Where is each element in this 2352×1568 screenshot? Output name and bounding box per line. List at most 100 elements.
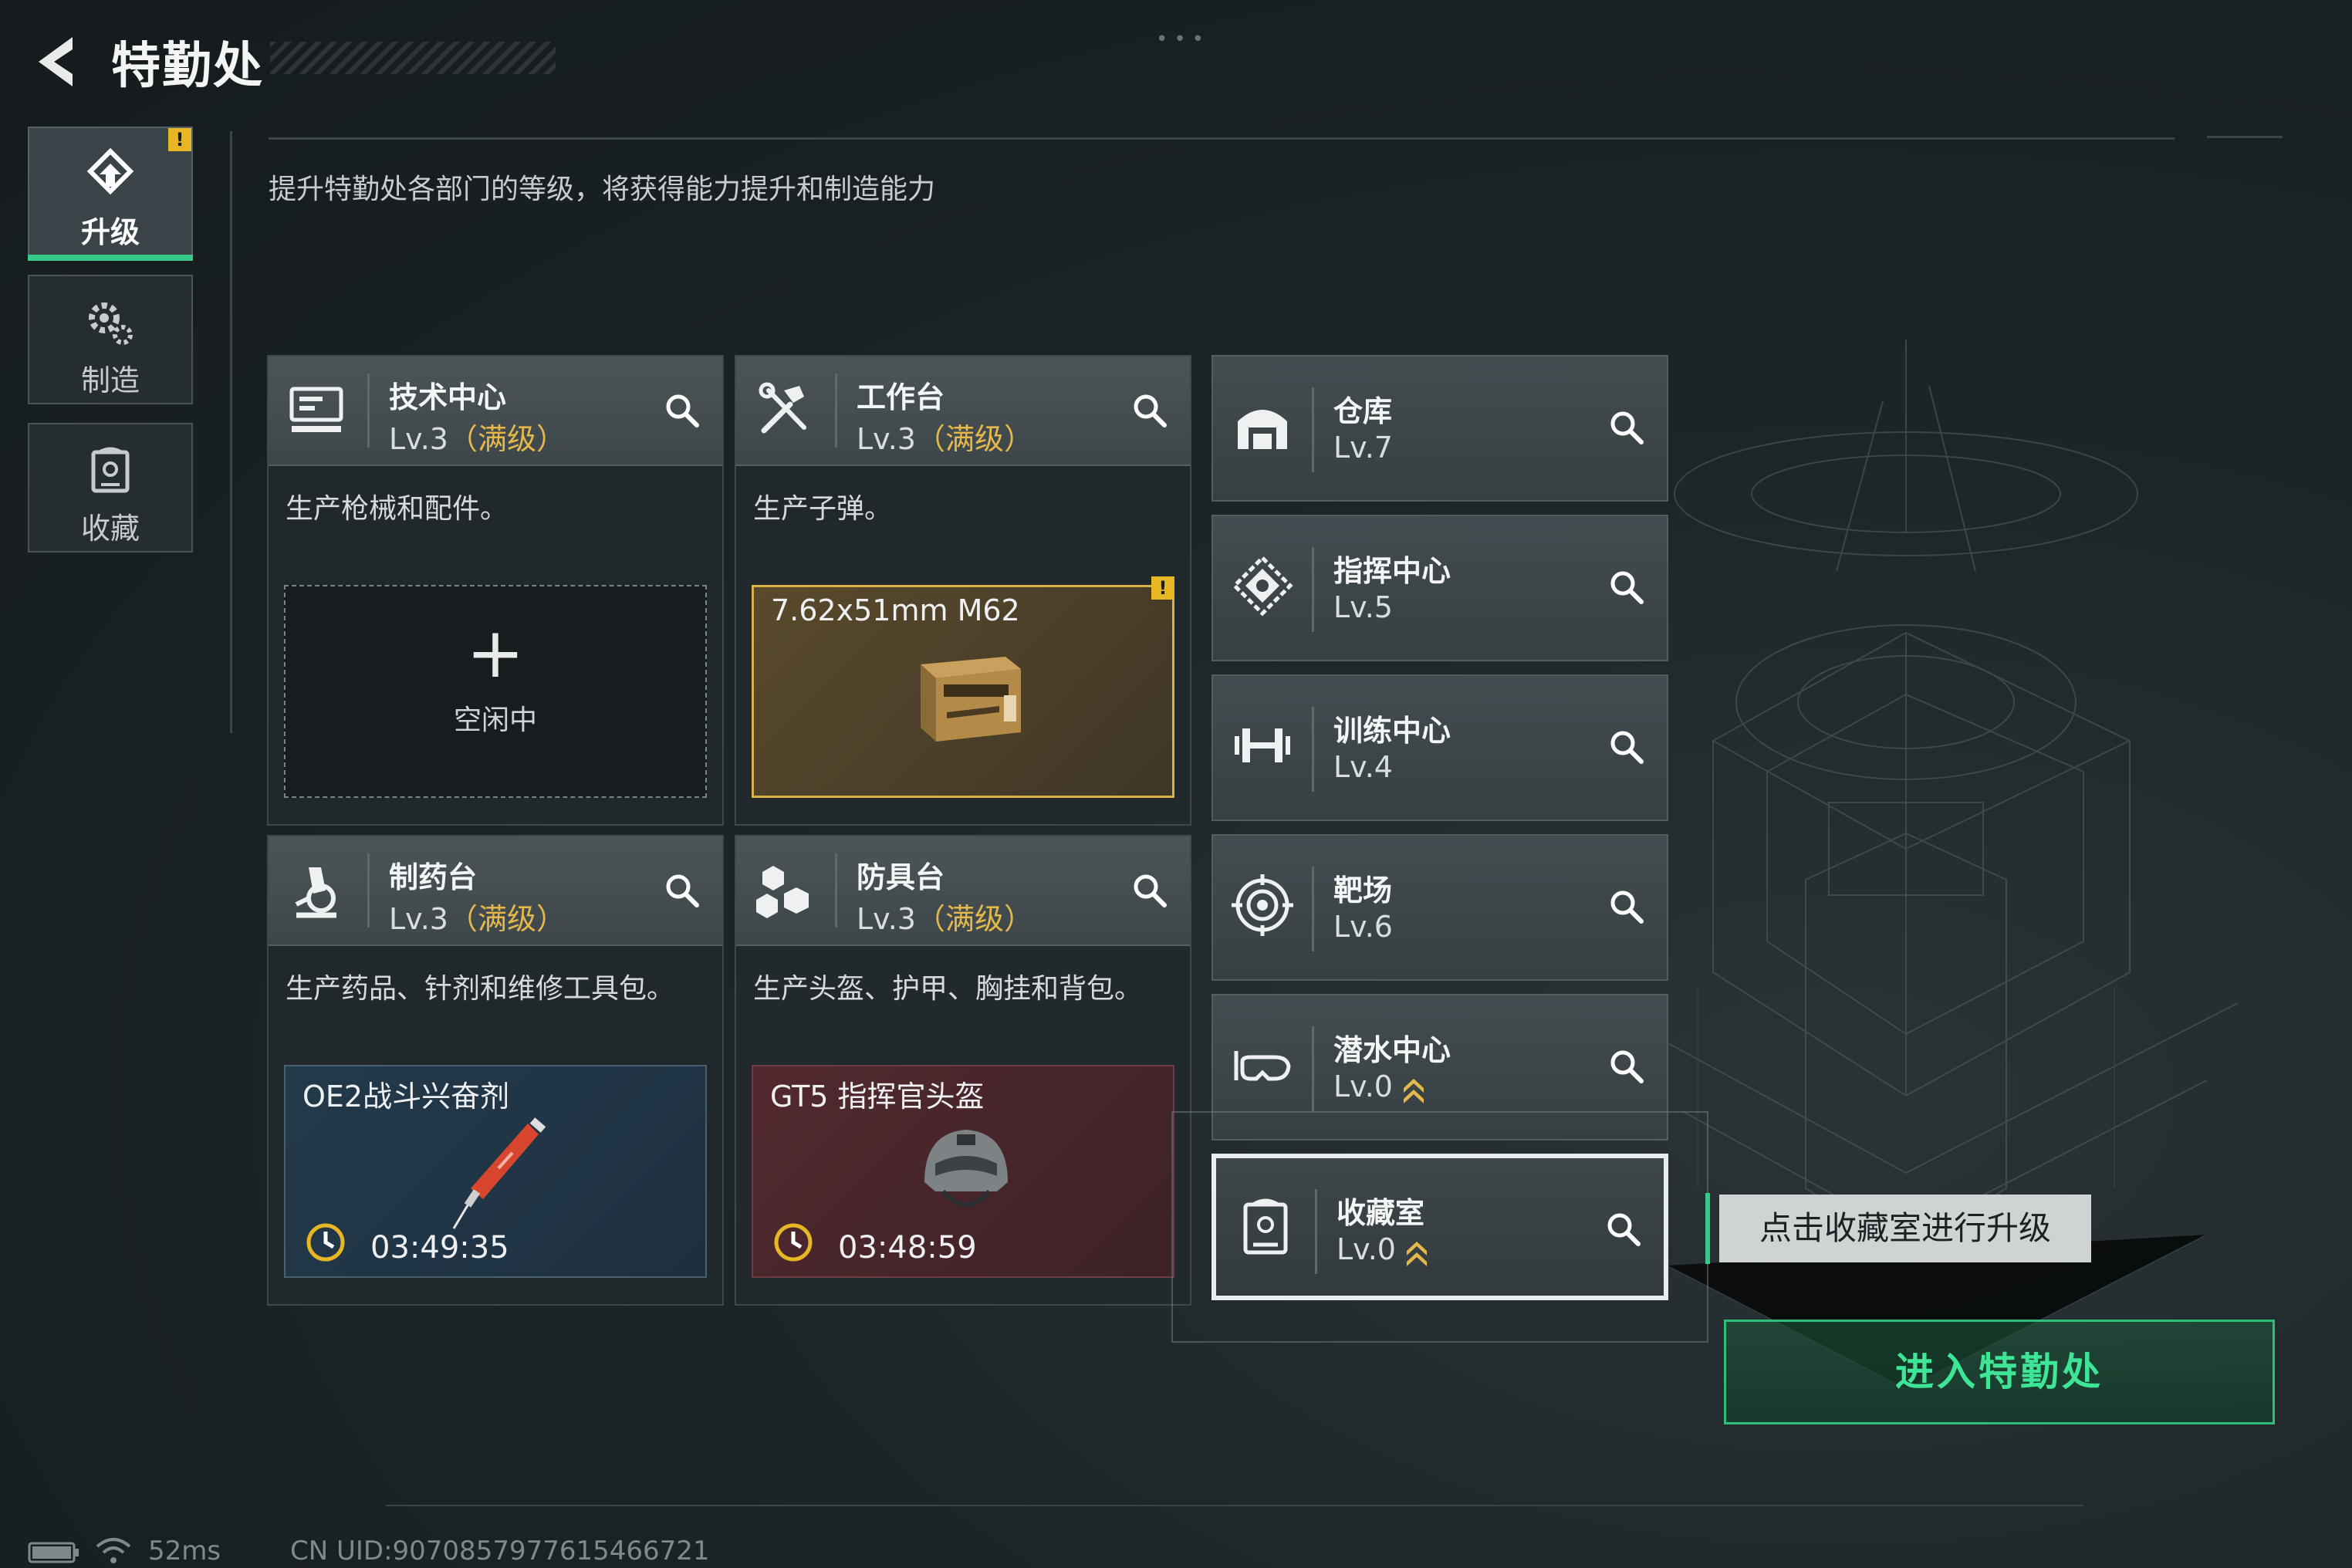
search-icon[interactable] (662, 390, 702, 431)
search-icon[interactable] (1607, 567, 1647, 607)
back-arrow-icon[interactable] (28, 31, 82, 93)
enter-special-ops-button[interactable]: 进入特勤处 (1724, 1320, 2275, 1424)
dept-card-pharmacy[interactable]: 制药台 Lv.3（满级） 生产药品、针剂和维修工具包。 OE2战斗兴奋剂 03:… (267, 835, 724, 1306)
building-level: Lv.6 (1333, 910, 1393, 944)
card-header: 工作台 Lv.3（满级） (736, 357, 1190, 466)
item-name: 7.62x51mm M62 (771, 593, 1020, 627)
title-decoration (270, 42, 556, 74)
search-icon[interactable] (1607, 887, 1647, 927)
time-remaining: 03:49:35 (370, 1230, 509, 1266)
command-icon (1232, 555, 1293, 617)
dept-name: 技术中心 (389, 380, 507, 414)
dumbbell-icon (1235, 728, 1290, 762)
time-remaining: 03:48:59 (838, 1230, 977, 1266)
upgrade-available-icon (1403, 1078, 1424, 1103)
dept-name: 制药台 (389, 860, 478, 894)
max-level-label: （满级） (915, 902, 1033, 936)
max-level-label: （满级） (448, 902, 566, 936)
search-icon[interactable] (1607, 407, 1647, 448)
microscope-icon (295, 867, 336, 918)
nav-item-craft[interactable]: 制造 (28, 275, 193, 404)
battery-icon (28, 1542, 79, 1563)
alert-badge: ! (1151, 576, 1174, 600)
bottom-divider (386, 1505, 2083, 1506)
alert-badge: ! (168, 128, 191, 151)
tooltip-accent (1705, 1193, 1710, 1264)
production-slot-completed[interactable]: 7.62x51mm M62 ! (752, 576, 1174, 798)
building-level: Lv.0 (1333, 1070, 1427, 1103)
timer-icon (306, 1223, 345, 1262)
production-slot-idle[interactable]: + 空闲中 (284, 585, 707, 798)
target-icon (1232, 874, 1293, 936)
display-case-icon (91, 447, 130, 493)
search-icon[interactable] (1130, 870, 1170, 911)
upgrade-hint-tooltip: 点击收藏室进行升级 (1719, 1195, 2091, 1262)
network-latency: 52ms (148, 1536, 221, 1566)
dept-description: 生产头盔、护甲、胸挂和背包。 (753, 973, 1143, 1005)
card-header: 制药台 Lv.3（满级） (269, 836, 722, 946)
armor-parts-icon (756, 866, 809, 918)
wifi-icon (96, 1538, 131, 1563)
dept-card-tech-center[interactable]: 技术中心 Lv.3（满级） 生产枪械和配件。 + 空闲中 (267, 355, 724, 826)
building-name: 仓库 (1333, 394, 1393, 428)
search-icon[interactable] (1607, 1046, 1647, 1086)
search-icon[interactable] (1130, 390, 1170, 431)
dept-card-workbench[interactable]: 工作台 Lv.3（满级） 生产子弹。 7.62x51mm M62 ! (735, 355, 1191, 826)
item-name: GT5 指挥官头盔 (770, 1080, 985, 1113)
building-name: 训练中心 (1333, 714, 1451, 748)
dept-name: 工作台 (857, 380, 945, 414)
warehouse-icon (1238, 410, 1287, 449)
dept-level: Lv.3（满级） (389, 902, 566, 936)
timer-icon (774, 1223, 813, 1262)
top-divider (269, 137, 2175, 140)
page-title: 特勤处 (111, 38, 264, 95)
building-command-center[interactable]: 指挥中心 Lv.5 (1211, 515, 1668, 661)
gears-icon (89, 302, 133, 345)
building-name: 潜水中心 (1333, 1033, 1451, 1067)
nav-divider (230, 131, 232, 733)
building-level: Lv.7 (1333, 431, 1393, 465)
card-header: 技术中心 Lv.3（满级） (269, 357, 722, 466)
slot-status: 空闲中 (453, 705, 537, 736)
add-icon: + (466, 613, 525, 694)
section-description: 提升特勤处各部门的等级，将获得能力提升和制造能力 (269, 174, 936, 205)
hammer-wrench-icon (759, 382, 806, 434)
nav-label: 制造 (80, 363, 140, 397)
computer-icon (289, 387, 343, 432)
building-name: 指挥中心 (1333, 554, 1451, 588)
production-slot-active[interactable]: OE2战斗兴奋剂 03:49:35 (284, 1065, 707, 1278)
building-name: 靶场 (1333, 874, 1393, 907)
dept-level: Lv.3（满级） (857, 902, 1033, 936)
production-slot-active[interactable]: GT5 指挥官头盔 03:48:59 (752, 1065, 1174, 1278)
dept-card-armor-bench[interactable]: 防具台 Lv.3（满级） 生产头盔、护甲、胸挂和背包。 GT5 指挥官头盔 03… (735, 835, 1191, 1306)
dept-description: 生产药品、针剂和维修工具包。 (286, 973, 675, 1005)
tutorial-highlight-frame (1171, 1111, 1708, 1343)
drag-handle-dots: ••• (1156, 28, 1211, 51)
dept-level: Lv.3（满级） (857, 422, 1033, 456)
nav-item-collection[interactable]: 收藏 (28, 423, 193, 553)
item-name: OE2战斗兴奋剂 (302, 1080, 510, 1113)
building-shooting-range[interactable]: 靶场 Lv.6 (1211, 834, 1668, 981)
user-uid: CN UID:9070857977615466721 (290, 1536, 710, 1566)
nav-label: 升级 (80, 215, 140, 249)
diving-mask-icon (1234, 1051, 1291, 1081)
dept-level: Lv.3（满级） (389, 422, 566, 456)
dept-description: 生产枪械和配件。 (286, 493, 509, 525)
nav-item-upgrade[interactable]: 升级 ! (28, 127, 193, 261)
dept-description: 生产子弹。 (753, 493, 893, 525)
max-level-label: （满级） (915, 422, 1033, 456)
corner-decoration (2207, 136, 2283, 138)
dept-name: 防具台 (857, 860, 945, 894)
nav-label: 收藏 (80, 512, 140, 546)
building-training-center[interactable]: 训练中心 Lv.4 (1211, 674, 1668, 821)
building-level: Lv.4 (1333, 750, 1393, 784)
stimulant-injector-image (452, 1117, 546, 1229)
building-level: Lv.5 (1333, 590, 1393, 624)
upgrade-icon (86, 148, 134, 195)
max-level-label: （满级） (448, 422, 566, 456)
search-icon[interactable] (1607, 727, 1647, 767)
building-warehouse[interactable]: 仓库 Lv.7 (1211, 355, 1668, 502)
search-icon[interactable] (662, 870, 702, 911)
card-header: 防具台 Lv.3（满级） (736, 836, 1190, 946)
helmet-image (924, 1130, 1008, 1207)
